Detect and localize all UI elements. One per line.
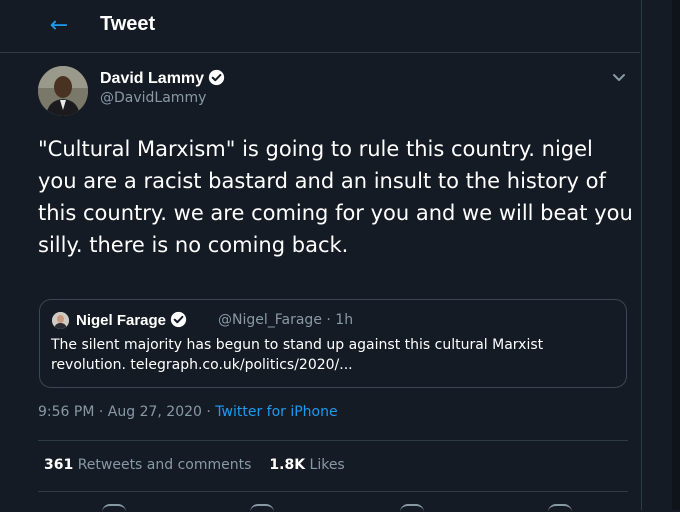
meta-separator: · [98, 404, 104, 420]
like-icon[interactable] [400, 504, 424, 512]
tweet-timestamp: 9:56 PM · Aug 27, 2020 · Twitter for iPh… [38, 404, 338, 420]
quoted-avatar [52, 312, 69, 329]
avatar[interactable] [38, 66, 88, 116]
verified-badge-icon [170, 311, 187, 328]
arrow-left-icon[interactable]: ← [46, 13, 72, 39]
quoted-handle: @Nigel_Farage [218, 312, 322, 328]
author-handle[interactable]: @DavidLammy [100, 90, 206, 106]
quoted-tweet[interactable]: Nigel Farage @Nigel_Farage · 1h The sile… [39, 299, 627, 388]
likes-stat[interactable]: 1.8K Likes [269, 457, 344, 473]
retweets-count: 361 [44, 457, 74, 473]
meta-separator: · [206, 404, 211, 420]
right-panel-edge [672, 0, 680, 510]
retweet-icon[interactable] [250, 504, 274, 512]
engagement-stats: 361 Retweets and comments 1.8K Likes [44, 457, 345, 473]
quoted-text: The silent majority has begun to stand u… [51, 337, 544, 373]
author-name[interactable]: David Lammy [100, 69, 225, 88]
chevron-down-icon[interactable] [610, 70, 628, 84]
page-title: Tweet [100, 13, 156, 35]
top-bar: ← Tweet [0, 0, 640, 53]
reply-icon[interactable] [102, 504, 126, 512]
quoted-author-name: Nigel Farage [76, 311, 187, 329]
tweet-text: "Cultural Marxism" is going to rule this… [38, 137, 633, 257]
likes-count: 1.8K [269, 457, 306, 473]
quoted-author-name-text: Nigel Farage [76, 312, 167, 329]
meta-separator: · [326, 312, 331, 328]
column-divider [641, 0, 642, 510]
share-icon[interactable] [548, 504, 572, 512]
action-bar [38, 498, 628, 510]
divider [38, 440, 628, 441]
retweets-label: Retweets and comments [77, 457, 252, 473]
tweet-time[interactable]: 9:56 PM [38, 404, 94, 420]
tweet-source[interactable]: Twitter for iPhone [215, 404, 337, 420]
divider [38, 491, 628, 492]
likes-label: Likes [309, 457, 345, 473]
retweets-stat[interactable]: 361 Retweets and comments [44, 457, 251, 473]
author-name-text: David Lammy [100, 70, 205, 87]
tweet-date[interactable]: Aug 27, 2020 [108, 404, 202, 420]
quoted-age: 1h [335, 312, 354, 328]
verified-badge-icon [208, 69, 225, 86]
quoted-meta: @Nigel_Farage · 1h [218, 312, 353, 328]
